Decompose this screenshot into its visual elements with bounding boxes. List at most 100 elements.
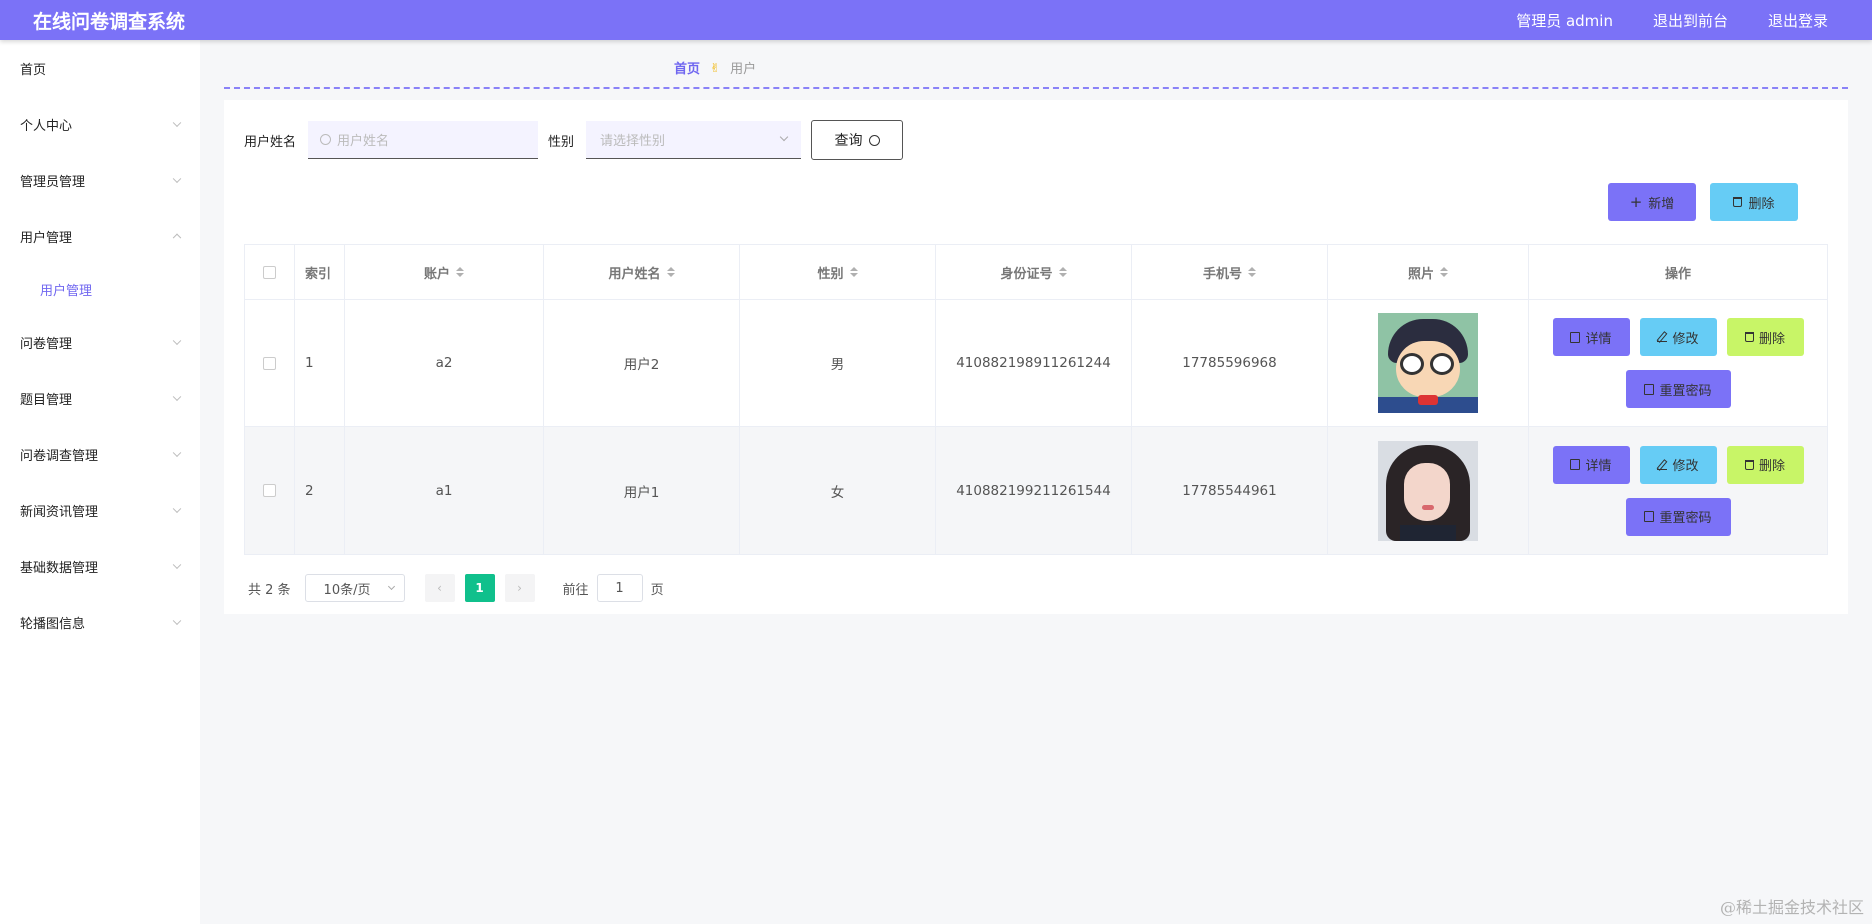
query-button[interactable]: 查询: [811, 120, 904, 160]
header-account[interactable]: 账户: [345, 245, 544, 299]
header-ops-label: 操作: [1664, 266, 1691, 282]
document-icon: [1644, 511, 1655, 522]
sidebar-item-surveys[interactable]: 问卷调查管理: [0, 426, 200, 482]
prev-page-button[interactable]: ‹: [424, 574, 455, 602]
sidebar-item-news[interactable]: 新闻资讯管理: [0, 482, 200, 538]
row-id-card: 410882198911261244: [936, 300, 1132, 426]
row-checkbox[interactable]: [263, 356, 276, 370]
header-phone-label: 手机号: [1202, 266, 1242, 282]
sort-icon[interactable]: [1058, 267, 1067, 277]
name-filter-label: 用户姓名: [244, 134, 297, 150]
user-photo[interactable]: [1378, 313, 1478, 413]
page-size-value: 10条/页: [323, 582, 371, 598]
chevron-down-icon: [172, 174, 182, 184]
chevron-down-icon: [172, 560, 182, 570]
top-bar: 在线问卷调查系统 管理员 admin 退出到前台 退出登录: [0, 0, 1872, 40]
header-name-label: 用户姓名: [608, 266, 661, 282]
sidebar-item-label: 管理员管理: [20, 174, 86, 190]
sort-icon[interactable]: [1440, 267, 1448, 277]
plus-icon: +: [1629, 192, 1643, 211]
header-id-card-label: 身份证号: [1000, 266, 1053, 282]
sidebar-item-questions[interactable]: 题目管理: [0, 370, 200, 426]
table-header-row: 索引 账户 用户姓名 性别 身份证号 手机号 照片 操作: [245, 245, 1827, 300]
row-name: 用户2: [544, 300, 740, 426]
page-size-select[interactable]: 10条/页: [304, 574, 405, 602]
divider: [224, 87, 1848, 89]
edit-button[interactable]: 修改: [1639, 445, 1717, 484]
chevron-down-icon: [172, 392, 182, 402]
sidebar-item-users[interactable]: 用户管理: [0, 208, 200, 264]
chevron-down-icon: [172, 336, 182, 346]
header-phone[interactable]: 手机号: [1132, 245, 1328, 299]
row-actions: 详情 修改 删除 重置密码: [1529, 300, 1827, 426]
row-phone: 17785596968: [1132, 300, 1328, 426]
sidebar-subitem-user-management[interactable]: 用户管理: [0, 264, 200, 314]
goto-page: 前往 1 页: [563, 574, 664, 602]
row-photo-cell: [1328, 300, 1529, 426]
select-all-checkbox[interactable]: [263, 265, 276, 279]
bulk-delete-label: 删除: [1748, 196, 1775, 212]
row-checkbox-cell: [245, 427, 295, 554]
sort-icon[interactable]: [666, 267, 675, 277]
bulk-delete-button[interactable]: 删除: [1710, 183, 1798, 221]
name-search-input[interactable]: 用户姓名: [308, 121, 539, 159]
header-name[interactable]: 用户姓名: [544, 245, 740, 299]
sidebar-item-base-data[interactable]: 基础数据管理: [0, 538, 200, 594]
edit-button[interactable]: 修改: [1639, 318, 1717, 356]
detail-label: 详情: [1585, 331, 1612, 347]
breadcrumb-home[interactable]: 首页: [674, 58, 700, 77]
delete-button[interactable]: 删除: [1726, 318, 1804, 356]
delete-label: 删除: [1758, 331, 1785, 347]
sort-icon[interactable]: [849, 267, 858, 277]
delete-button[interactable]: 删除: [1726, 445, 1804, 484]
page-number-current[interactable]: 1: [464, 574, 495, 602]
chevron-up-icon: [172, 233, 182, 243]
sort-icon[interactable]: [456, 267, 464, 277]
sidebar-item-label: 题目管理: [20, 392, 73, 408]
search-icon: [868, 134, 880, 146]
chevron-left-icon: ‹: [437, 581, 442, 595]
row-name: 用户1: [544, 427, 740, 554]
query-button-label: 查询: [834, 133, 863, 149]
header-id-card[interactable]: 身份证号: [936, 245, 1132, 299]
row-account: a2: [345, 300, 544, 426]
detail-button[interactable]: 详情: [1552, 318, 1630, 356]
header-photo-label: 照片: [1407, 266, 1434, 282]
reset-password-button[interactable]: 重置密码: [1625, 497, 1731, 536]
action-bar: + 新增 删除: [1608, 183, 1798, 221]
sidebar-item-questionnaires[interactable]: 问卷管理: [0, 314, 200, 370]
row-checkbox[interactable]: [263, 484, 276, 497]
reset-password-button[interactable]: 重置密码: [1625, 370, 1731, 408]
breadcrumb: 首页 ✌ 用户: [674, 58, 756, 78]
sidebar-item-profile[interactable]: 个人中心: [0, 96, 200, 152]
document-icon: [1570, 459, 1581, 470]
user-photo[interactable]: [1378, 440, 1478, 541]
header-index: 索引: [295, 245, 345, 299]
chevron-right-icon: ›: [517, 581, 522, 595]
sidebar-item-admins[interactable]: 管理员管理: [0, 152, 200, 208]
chevron-down-icon: [172, 504, 182, 514]
edit-icon: [1657, 460, 1668, 470]
gender-select[interactable]: 请选择性别: [586, 121, 802, 159]
main-panel: 用户姓名 用户姓名 性别 请选择性别 查询 + 新增 删除 索引 账户 用户姓名…: [224, 100, 1848, 614]
exit-to-frontend-link[interactable]: 退出到前台: [1653, 10, 1728, 31]
victory-hand-icon: ✌: [710, 60, 721, 75]
edit-label: 修改: [1672, 331, 1699, 347]
table-row: 2 a1 用户1 女 410882199211261544 1778554496…: [245, 427, 1827, 554]
add-button[interactable]: + 新增: [1608, 183, 1696, 221]
sidebar-item-label: 问卷管理: [20, 336, 73, 352]
header-photo[interactable]: 照片: [1328, 245, 1529, 299]
sidebar-item-label: 首页: [20, 62, 47, 78]
row-photo-cell: [1328, 427, 1529, 554]
next-page-button[interactable]: ›: [504, 574, 535, 602]
header-gender[interactable]: 性别: [740, 245, 936, 299]
logout-link[interactable]: 退出登录: [1768, 10, 1828, 31]
sort-icon[interactable]: [1248, 267, 1256, 277]
name-search-placeholder: 用户姓名: [337, 134, 390, 149]
goto-page-input[interactable]: 1: [596, 574, 643, 602]
detail-button[interactable]: 详情: [1552, 445, 1630, 484]
sidebar-item-carousel[interactable]: 轮播图信息: [0, 594, 200, 650]
sidebar-item-home[interactable]: 首页: [0, 40, 200, 96]
add-button-label: 新增: [1648, 196, 1675, 212]
chevron-down-icon: [387, 582, 395, 591]
